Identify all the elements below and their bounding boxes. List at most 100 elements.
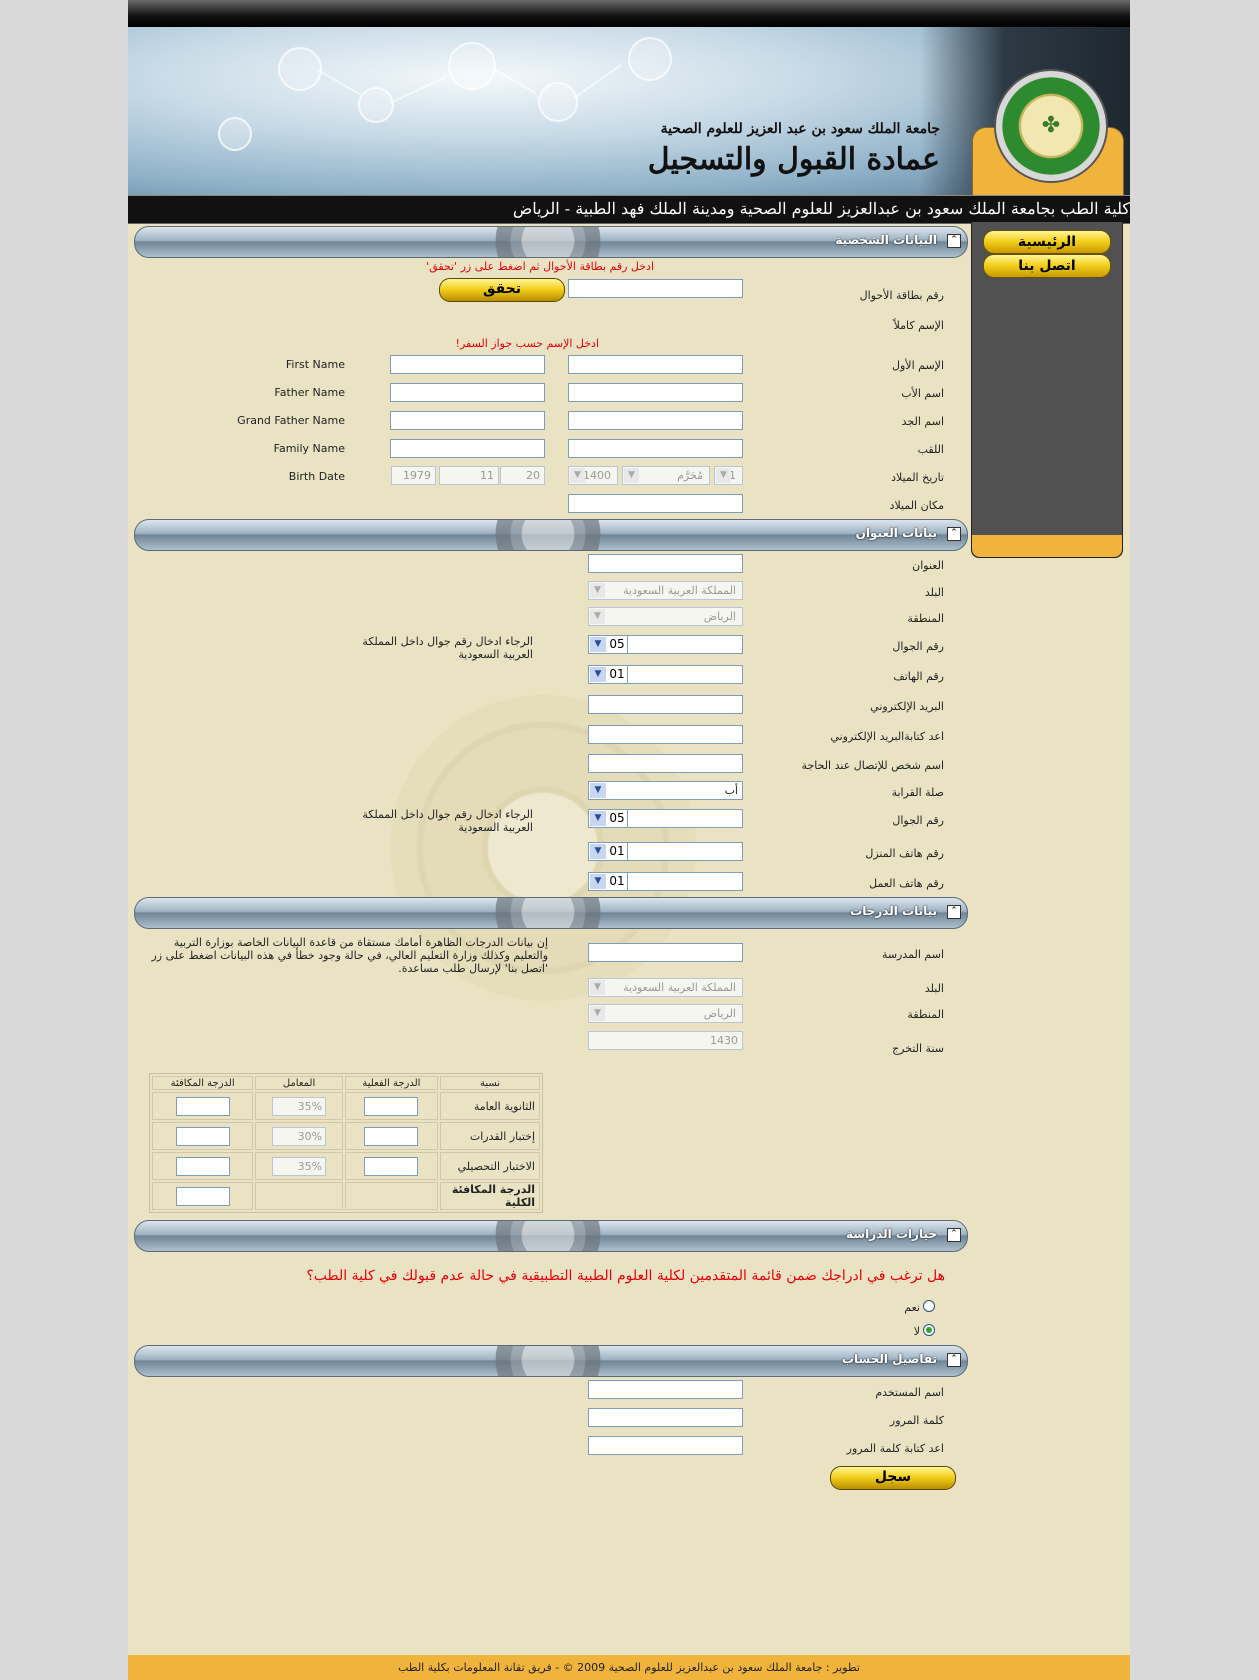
- chevron-down-icon[interactable]: ▼: [590, 667, 606, 682]
- fullname-label: الإسم كاملاً: [893, 319, 944, 332]
- phone-code[interactable]: 01: [607, 666, 628, 683]
- equivalent-grade-input[interactable]: [175, 1096, 230, 1116]
- emergency-mobile-label: رقم الجوال: [892, 814, 944, 827]
- father-name-ar-label: اسم الأب: [901, 387, 944, 400]
- no-label: لا: [913, 1325, 920, 1338]
- total-label: الدرجة المكافئة الكلية: [440, 1182, 540, 1210]
- no-radio[interactable]: [923, 1324, 935, 1336]
- first-name-en-input[interactable]: [390, 355, 545, 374]
- chevron-down-icon[interactable]: ▼: [590, 811, 606, 826]
- collapse-icon[interactable]: ⌃: [947, 527, 961, 541]
- chevron-down-icon: ▼: [716, 468, 731, 483]
- weight-value: 35%: [272, 1096, 327, 1116]
- grandfather-name-ar-input[interactable]: [568, 411, 743, 430]
- birth-place-input[interactable]: [568, 494, 743, 513]
- emergency-mobile-input[interactable]: ▼ 05: [588, 809, 743, 828]
- home-phone-code[interactable]: 01: [607, 843, 628, 860]
- father-name-en-input[interactable]: [390, 383, 545, 402]
- equivalent-grade-input[interactable]: [175, 1156, 230, 1176]
- yes-radio[interactable]: [923, 1300, 935, 1312]
- email-confirm-label: اعد كتابةالبريد الإلكتروني: [830, 730, 944, 743]
- collapse-icon[interactable]: ⌃: [947, 234, 961, 248]
- mobile-input[interactable]: ▼ 05: [588, 635, 743, 654]
- total-grade-input[interactable]: [175, 1186, 230, 1206]
- home-button[interactable]: الرئيسية: [983, 230, 1111, 254]
- chevron-down-icon[interactable]: ▼: [590, 874, 606, 889]
- home-phone-input[interactable]: ▼ 01: [588, 842, 743, 861]
- address-input[interactable]: [588, 554, 743, 573]
- school-input[interactable]: [588, 943, 743, 962]
- country-label: البلد: [924, 586, 944, 599]
- work-phone-code[interactable]: 01: [607, 873, 628, 890]
- actual-grade-input[interactable]: [364, 1156, 419, 1176]
- chevron-down-icon[interactable]: ▼: [590, 783, 606, 798]
- section-title: بيانات الدرجات: [850, 904, 937, 918]
- greg-year-input[interactable]: 1979: [391, 466, 436, 485]
- first-name-ar-input[interactable]: [568, 355, 743, 374]
- hijri-year-select[interactable]: ▼ 1400: [568, 466, 618, 485]
- phone-label: رقم الهاتف: [893, 670, 944, 683]
- section-header-account[interactable]: ⌃ تفاصيل الحساب: [134, 1345, 968, 1377]
- relation-select[interactable]: ▼ أب: [588, 781, 743, 800]
- id-input[interactable]: [568, 279, 743, 298]
- password-input[interactable]: [588, 1408, 743, 1427]
- collapse-icon[interactable]: ⌃: [947, 1228, 961, 1242]
- table-header: نسبة: [440, 1076, 540, 1090]
- family-name-en-input[interactable]: [390, 439, 545, 458]
- grades-country-select[interactable]: ▼ المملكة العربية السعودية: [588, 978, 743, 997]
- grandfather-name-en-label: Grand Father Name: [237, 414, 345, 427]
- phone-input[interactable]: ▼ 01: [588, 665, 743, 684]
- footer: تطوير : جامعة الملك سعود بن عبدالعزيز لل…: [128, 1655, 1130, 1680]
- page: جامعة الملك سعود بن عبد العزيز للعلوم ال…: [128, 0, 1130, 1680]
- greg-month-input[interactable]: 11: [439, 466, 499, 485]
- email-confirm-input[interactable]: [588, 725, 743, 744]
- section-title: تفاصيل الحساب: [841, 1352, 937, 1366]
- password-label: كلمة المرور: [889, 1414, 944, 1427]
- chevron-down-icon[interactable]: ▼: [590, 637, 606, 652]
- grades-country-label: البلد: [924, 982, 944, 995]
- region-select[interactable]: ▼ الرياض: [588, 607, 743, 626]
- emergency-contact-input[interactable]: [588, 754, 743, 773]
- section-header-grades[interactable]: ⌃ بيانات الدرجات: [134, 897, 968, 929]
- greg-day-input[interactable]: 20: [500, 466, 545, 485]
- family-name-ar-input[interactable]: [568, 439, 743, 458]
- country-select[interactable]: ▼ المملكة العربية السعودية: [588, 581, 743, 600]
- address-label: العنوان: [912, 559, 944, 572]
- molecule-decoration: [628, 37, 672, 81]
- grad-year-input[interactable]: 1430: [588, 1031, 743, 1050]
- grandfather-name-en-input[interactable]: [390, 411, 545, 430]
- email-input[interactable]: [588, 695, 743, 714]
- grades-region-select[interactable]: ▼ الرياض: [588, 1004, 743, 1023]
- father-name-ar-input[interactable]: [568, 383, 743, 402]
- contact-button[interactable]: اتصل بنا: [983, 254, 1111, 278]
- chevron-down-icon: ▼: [624, 468, 639, 483]
- molecule-decoration: [358, 87, 394, 123]
- actual-grade-input[interactable]: [364, 1096, 419, 1116]
- grades-table: الدرجة المكافئة المعامل الدرجة الفعلية ن…: [149, 1073, 543, 1213]
- grad-year-label: سنة التخرج: [892, 1042, 944, 1055]
- mobile-hint: الرجاء ادخال رقم جوال داخل المملكة العرب…: [362, 635, 533, 661]
- equivalent-grade-input[interactable]: [175, 1126, 230, 1146]
- register-button[interactable]: سجل: [830, 1466, 956, 1490]
- section-header-address[interactable]: ⌃ بيانات العنوان: [134, 519, 968, 551]
- section-header-personal[interactable]: ⌃ البيانات الشخصية: [134, 226, 968, 258]
- mobile-code[interactable]: 05: [607, 636, 628, 653]
- username-input[interactable]: [588, 1380, 743, 1399]
- sidebar: الرئيسية اتصل بنا: [971, 222, 1123, 558]
- molecule-bond: [491, 67, 536, 94]
- region-label: المنطقة: [907, 612, 944, 625]
- collapse-icon[interactable]: ⌃: [947, 905, 961, 919]
- hijri-month-select[interactable]: ▼ مُحَرَّم: [622, 466, 710, 485]
- chevron-down-icon[interactable]: ▼: [590, 844, 606, 859]
- section-header-study[interactable]: ⌃ خيارات الدراسة: [134, 1220, 968, 1252]
- molecule-decoration: [538, 82, 578, 122]
- work-phone-input[interactable]: ▼ 01: [588, 872, 743, 891]
- password-confirm-input[interactable]: [588, 1436, 743, 1455]
- deanship-title: عمادة القبول والتسجيل: [647, 142, 940, 177]
- hijri-day-select[interactable]: ▼ 1: [714, 466, 743, 485]
- actual-grade-input[interactable]: [364, 1126, 419, 1146]
- collapse-icon[interactable]: ⌃: [947, 1353, 961, 1367]
- verify-button[interactable]: تحقق: [439, 278, 565, 302]
- family-name-en-label: Family Name: [273, 442, 345, 455]
- emergency-mobile-code[interactable]: 05: [607, 810, 628, 827]
